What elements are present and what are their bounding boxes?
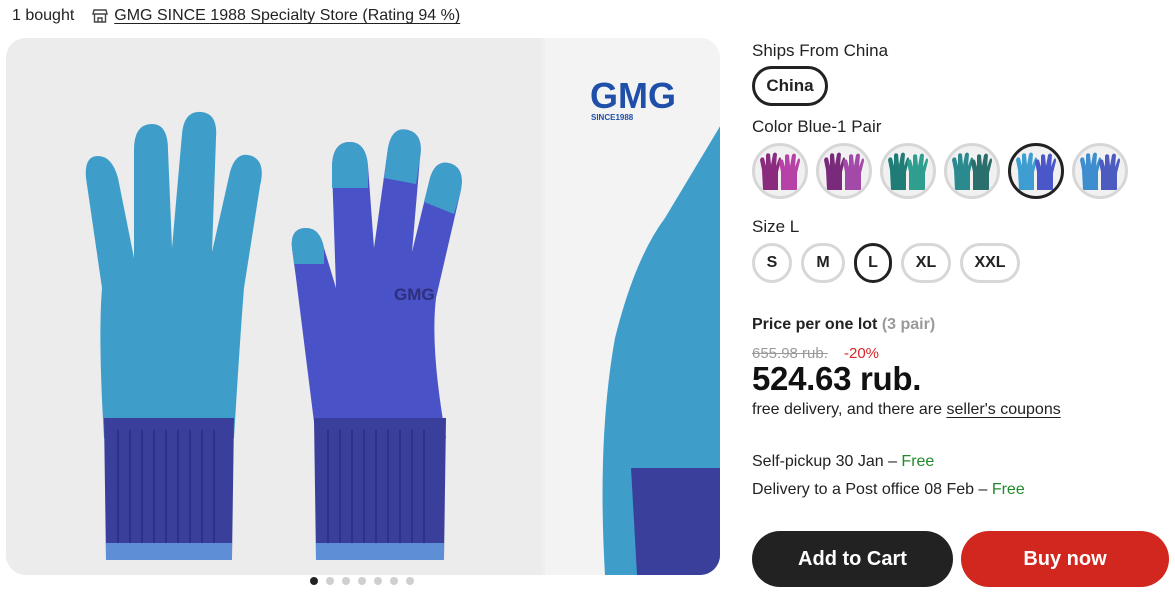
size-option-xl[interactable]: XL (901, 243, 951, 283)
size-option-xxl[interactable]: XXL (960, 243, 1020, 283)
bought-count: 1 bought (12, 7, 75, 24)
price-title-text: Price per one lot (752, 316, 878, 333)
size-option-m[interactable]: M (801, 243, 845, 283)
swatch-glove-image (952, 152, 992, 190)
swatch-glove-image (1016, 152, 1056, 190)
price-title: Price per one lot (3 pair) (752, 316, 935, 334)
current-price: 524.63 rub. (752, 360, 922, 397)
product-image-gloves: GMG (6, 38, 541, 575)
self-pickup-free: Free (901, 453, 935, 470)
post-delivery-free: Free (991, 481, 1025, 498)
size-label: Size L (752, 217, 800, 236)
color-swatch-purple-2[interactable] (816, 143, 872, 199)
brand-logo-sub: SINCE1988 (591, 113, 634, 122)
self-pickup-line: Self-pickup 30 Jan – Free (752, 453, 934, 471)
gallery-slide-main: GMG (6, 38, 541, 575)
buy-now-button[interactable]: Buy now (961, 531, 1169, 587)
self-pickup-text: Self-pickup 30 Jan – (752, 453, 902, 470)
next-product-image: GMG SINCE1988 (545, 38, 720, 575)
gallery-dot[interactable] (342, 577, 350, 585)
swatch-glove-image (1080, 152, 1120, 190)
color-label: Color Blue-1 Pair (752, 117, 882, 136)
size-option-l[interactable]: L (854, 243, 892, 283)
post-delivery-line: Delivery to a Post office 08 Feb – Free (752, 481, 1025, 499)
color-swatch-teal-2[interactable] (944, 143, 1000, 199)
brand-logo-text: GMG (590, 75, 676, 116)
delivery-note: free delivery, and there are seller's co… (752, 401, 1061, 419)
gallery-dot[interactable] (310, 577, 318, 585)
ships-from-label: Ships From China (752, 41, 889, 60)
top-row: 1 bought GMG SINCE 1988 Specialty Store … (12, 5, 460, 27)
gallery-pagination (310, 577, 414, 585)
gallery-dot[interactable] (326, 577, 334, 585)
color-swatch-blue-2[interactable] (1072, 143, 1128, 199)
size-option-s[interactable]: S (752, 243, 792, 283)
product-gallery[interactable]: GMG GMG SINCE1988 (6, 38, 720, 575)
ships-from-option-china[interactable]: China (752, 66, 828, 106)
delivery-note-text: free delivery, and there are (752, 401, 947, 418)
price-lot-size: (3 pair) (881, 316, 936, 333)
swatch-glove-image (824, 152, 864, 190)
gallery-slide-next[interactable]: GMG SINCE1988 (545, 38, 720, 575)
seller-coupons-link[interactable]: seller's coupons (946, 401, 1060, 418)
gallery-dot[interactable] (390, 577, 398, 585)
store-link[interactable]: GMG SINCE 1988 Specialty Store (Rating 9… (114, 7, 460, 25)
gallery-dot[interactable] (406, 577, 414, 585)
color-swatch-blue-1[interactable] (1008, 143, 1064, 199)
store-icon (92, 8, 109, 24)
add-to-cart-button[interactable]: Add to Cart (752, 531, 953, 587)
swatch-glove-image (888, 152, 928, 190)
color-swatch-purple-1[interactable] (752, 143, 808, 199)
gallery-dot[interactable] (374, 577, 382, 585)
swatch-glove-image (760, 152, 800, 190)
color-swatches (752, 143, 1128, 199)
color-swatch-teal-1[interactable] (880, 143, 936, 199)
post-delivery-text: Delivery to a Post office 08 Feb – (752, 481, 992, 498)
gallery-dot[interactable] (358, 577, 366, 585)
glove-brand-print: GMG (394, 285, 435, 304)
size-options: S M L XL XXL (752, 243, 1020, 283)
